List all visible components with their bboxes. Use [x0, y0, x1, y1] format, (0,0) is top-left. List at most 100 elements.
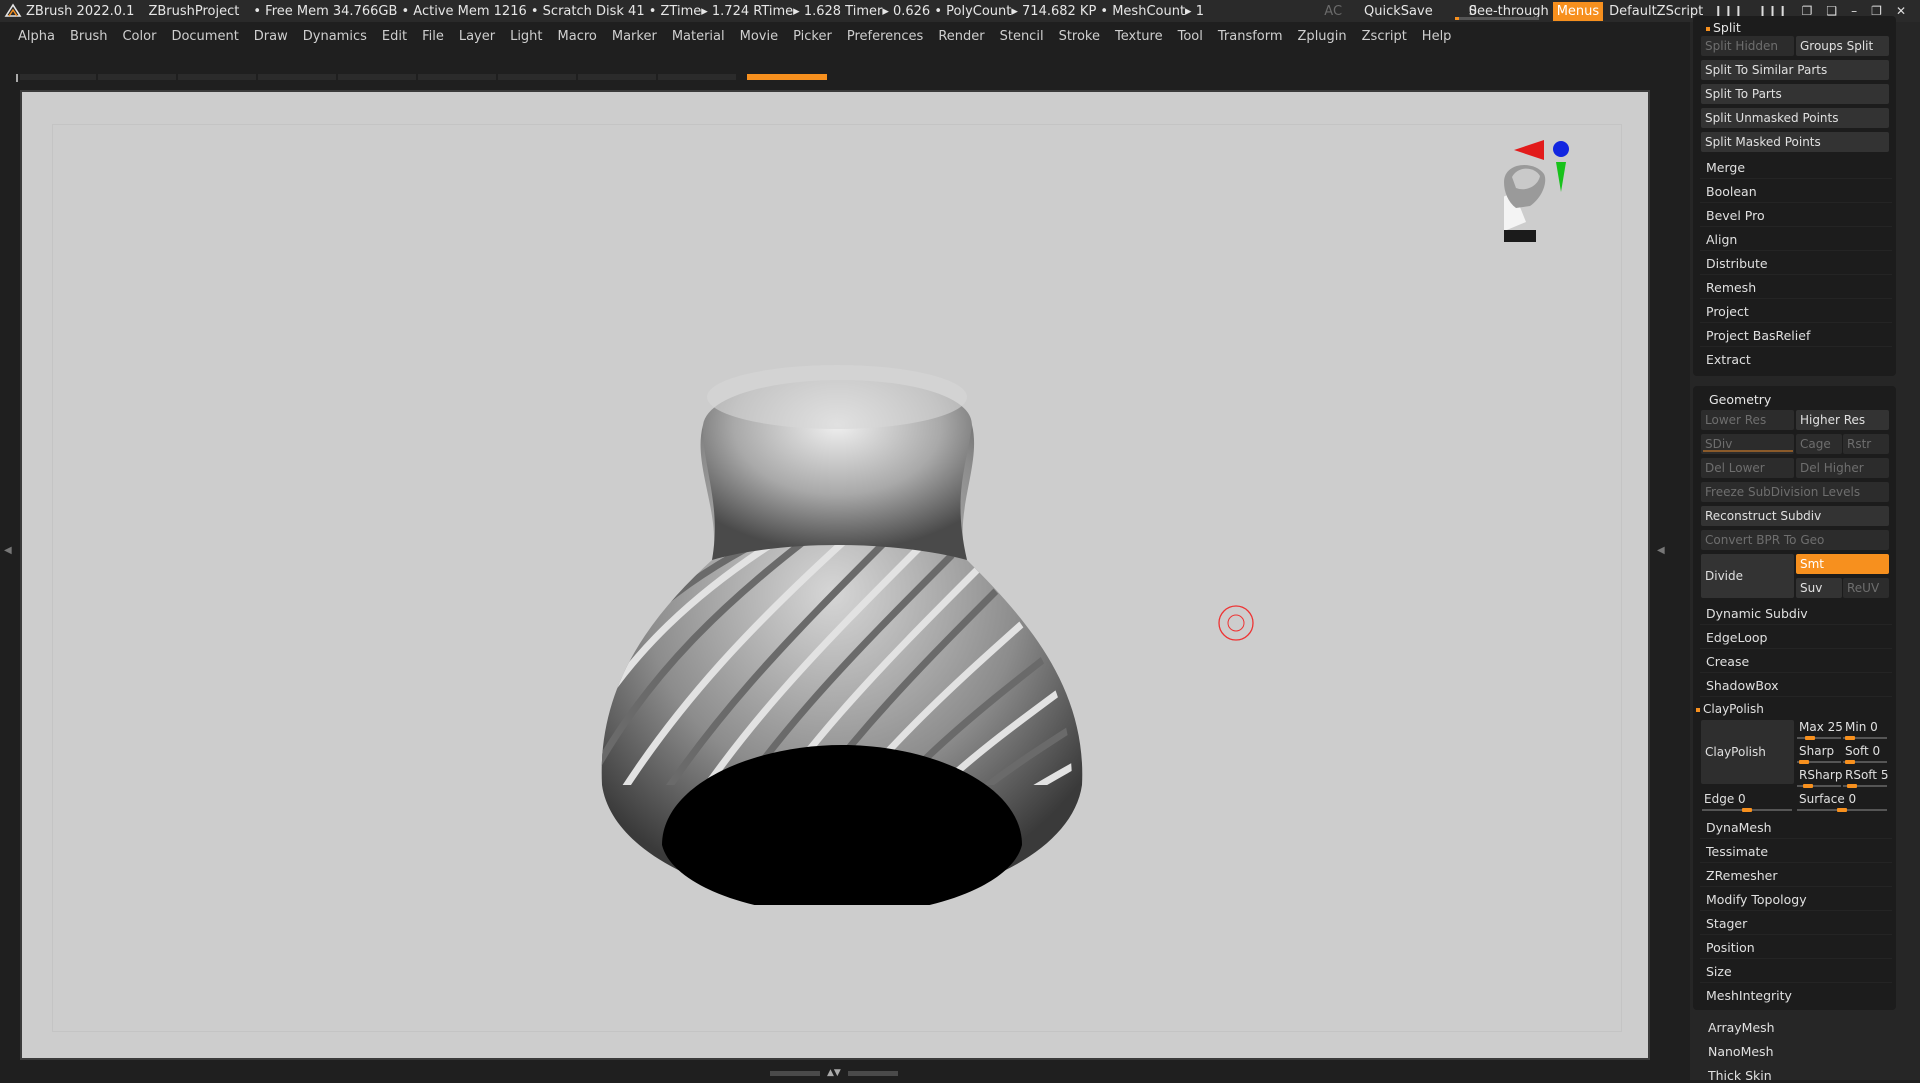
split-unmasked-points-button[interactable]: Split Unmasked Points: [1701, 108, 1889, 128]
menu-alpha[interactable]: Alpha: [18, 29, 55, 44]
higher-res-button[interactable]: Higher Res: [1796, 410, 1889, 430]
zremesher-item[interactable]: ZRemesher: [1700, 864, 1892, 887]
menu-light[interactable]: Light: [510, 29, 542, 44]
see-through-slider[interactable]: See-through 0: [1453, 0, 1549, 22]
bottom-tray-handle[interactable]: ▲▼: [770, 1068, 900, 1078]
tab-slot[interactable]: [418, 74, 496, 80]
left-tray-arrow-icon[interactable]: ◀: [4, 545, 12, 556]
y-axis-arrow-icon[interactable]: [1556, 162, 1566, 192]
menu-help[interactable]: Help: [1422, 29, 1452, 44]
position-item[interactable]: Position: [1700, 936, 1892, 959]
menu-stroke[interactable]: Stroke: [1059, 29, 1100, 44]
tab-slot[interactable]: [498, 74, 576, 80]
boolean-item[interactable]: Boolean: [1700, 180, 1892, 203]
menu-color[interactable]: Color: [122, 29, 156, 44]
menu-brush[interactable]: Brush: [70, 29, 108, 44]
rsharp-slider[interactable]: RSharp: [1799, 768, 1842, 782]
menus-toggle[interactable]: Menus: [1552, 1, 1604, 21]
tray-toggle-icon[interactable]: ▲▼: [827, 1068, 841, 1078]
tab-slot[interactable]: [178, 74, 256, 80]
close-icon[interactable]: ✕: [1896, 4, 1906, 18]
default-zscript-button[interactable]: DefaultZScript: [1609, 4, 1703, 19]
right-tray-arrow-icon[interactable]: ◀: [1657, 545, 1665, 556]
menu-file[interactable]: File: [422, 29, 444, 44]
menu-edit[interactable]: Edit: [382, 29, 407, 44]
document-canvas[interactable]: [20, 90, 1650, 1060]
remesh-item[interactable]: Remesh: [1700, 276, 1892, 299]
align-item[interactable]: Align: [1700, 228, 1892, 251]
del-higher-button[interactable]: Del Higher: [1796, 458, 1889, 478]
groups-split-button[interactable]: Groups Split: [1796, 36, 1889, 56]
split-to-similar-parts-button[interactable]: Split To Similar Parts: [1701, 60, 1889, 80]
quicksave-button[interactable]: QuickSave: [1364, 4, 1433, 19]
divide-button[interactable]: Divide: [1701, 554, 1794, 598]
dynamic-subdiv-item[interactable]: Dynamic Subdiv: [1700, 602, 1892, 625]
tessimate-item[interactable]: Tessimate: [1700, 840, 1892, 863]
tab-slot[interactable]: [578, 74, 656, 80]
geometry-header[interactable]: Geometry: [1709, 392, 1771, 407]
soft-slider[interactable]: Soft 0: [1845, 744, 1880, 758]
meshintegrity-item[interactable]: MeshIntegrity: [1700, 984, 1892, 1007]
size-item[interactable]: Size: [1700, 960, 1892, 983]
claypolish-header[interactable]: ClayPolish: [1696, 702, 1764, 716]
x-axis-arrow-icon[interactable]: [1514, 140, 1544, 160]
shadowbox-item[interactable]: ShadowBox: [1700, 674, 1892, 697]
vase-mesh[interactable]: [572, 325, 1112, 905]
lower-res-button[interactable]: Lower Res: [1701, 410, 1794, 430]
split-masked-points-button[interactable]: Split Masked Points: [1701, 132, 1889, 152]
distribute-item[interactable]: Distribute: [1700, 252, 1892, 275]
menu-marker[interactable]: Marker: [612, 29, 657, 44]
rstr-button[interactable]: Rstr: [1843, 434, 1889, 454]
menu-tool[interactable]: Tool: [1178, 29, 1203, 44]
thick-skin-section[interactable]: Thick Skin: [1708, 1068, 1772, 1083]
tab-slot[interactable]: [20, 74, 96, 80]
menu-picker[interactable]: Picker: [793, 29, 832, 44]
bevel-pro-item[interactable]: Bevel Pro: [1700, 204, 1892, 227]
edgeloop-item[interactable]: EdgeLoop: [1700, 626, 1892, 649]
project-item[interactable]: Project: [1700, 300, 1892, 323]
sharp-slider[interactable]: Sharp: [1799, 744, 1834, 758]
cage-button[interactable]: Cage: [1796, 434, 1842, 454]
menu-dynamics[interactable]: Dynamics: [303, 29, 367, 44]
menu-preferences[interactable]: Preferences: [847, 29, 923, 44]
extract-item[interactable]: Extract: [1700, 348, 1892, 371]
menu-zplugin[interactable]: Zplugin: [1298, 29, 1347, 44]
menu-material[interactable]: Material: [672, 29, 725, 44]
merge-item[interactable]: Merge: [1700, 156, 1892, 179]
rsoft-slider[interactable]: RSoft 5: [1845, 768, 1888, 782]
max-slider[interactable]: Max 25: [1799, 720, 1843, 734]
claypolish-button[interactable]: ClayPolish: [1701, 720, 1794, 784]
freeze-subdivision-button[interactable]: Freeze SubDivision Levels: [1701, 482, 1889, 502]
menu-texture[interactable]: Texture: [1115, 29, 1163, 44]
tab-slot-active[interactable]: [747, 74, 827, 80]
surface-slider[interactable]: Surface 0: [1799, 792, 1856, 806]
reconstruct-subdiv-button[interactable]: Reconstruct Subdiv: [1701, 506, 1889, 526]
reuv-toggle[interactable]: ReUV: [1843, 578, 1889, 598]
split-header[interactable]: Split: [1706, 20, 1741, 35]
navigation-gizmo[interactable]: [1504, 122, 1634, 242]
z-axis-ball-icon[interactable]: [1553, 141, 1569, 157]
menu-movie[interactable]: Movie: [740, 29, 778, 44]
ac-toggle[interactable]: AC: [1324, 4, 1342, 19]
menu-document[interactable]: Document: [171, 29, 238, 44]
del-lower-button[interactable]: Del Lower: [1701, 458, 1794, 478]
tab-slot[interactable]: [98, 74, 176, 80]
menu-draw[interactable]: Draw: [254, 29, 288, 44]
suv-toggle[interactable]: Suv: [1796, 578, 1842, 598]
menu-render[interactable]: Render: [938, 29, 984, 44]
split-hidden-button[interactable]: Split Hidden: [1701, 36, 1794, 56]
nanomesh-section[interactable]: NanoMesh: [1708, 1044, 1774, 1059]
zbrush-logo-icon[interactable]: [4, 2, 22, 20]
menu-layer[interactable]: Layer: [459, 29, 495, 44]
min-slider[interactable]: Min 0: [1845, 720, 1878, 734]
crease-item[interactable]: Crease: [1700, 650, 1892, 673]
arraymesh-section[interactable]: ArrayMesh: [1708, 1020, 1775, 1035]
menu-zscript[interactable]: Zscript: [1362, 29, 1407, 44]
stager-item[interactable]: Stager: [1700, 912, 1892, 935]
dynamesh-item[interactable]: DynaMesh: [1700, 816, 1892, 839]
edge-slider[interactable]: Edge 0: [1704, 792, 1746, 806]
gizmo-head-icon[interactable]: [1504, 164, 1546, 242]
menu-stencil[interactable]: Stencil: [1000, 29, 1044, 44]
tab-slot[interactable]: [658, 74, 736, 80]
tab-slot[interactable]: [338, 74, 416, 80]
